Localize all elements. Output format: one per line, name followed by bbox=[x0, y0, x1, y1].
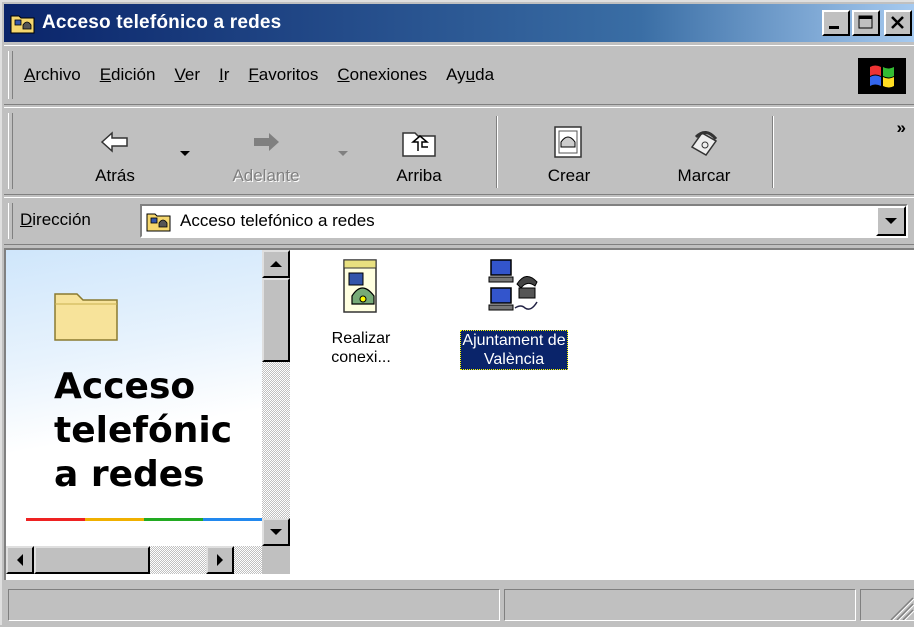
back-label: Atrás bbox=[95, 166, 135, 185]
menu-bar-grip[interactable] bbox=[8, 51, 13, 99]
close-icon bbox=[891, 16, 904, 29]
status-panel-main bbox=[8, 589, 500, 621]
dialup-folder-icon bbox=[10, 15, 35, 34]
new-connection-icon bbox=[554, 126, 582, 158]
title-bar[interactable]: Acceso telefónico a redes bbox=[4, 4, 914, 42]
toolbar-more-chevron[interactable]: » bbox=[897, 118, 906, 138]
forward-button[interactable]: Adelante bbox=[216, 108, 316, 194]
close-button[interactable] bbox=[884, 10, 912, 36]
address-bar: Dirección Acceso telefónico a redes bbox=[4, 197, 914, 245]
forward-arrow-icon bbox=[254, 133, 279, 151]
menu-item[interactable]: Edición bbox=[100, 65, 156, 85]
scroll-down-button[interactable] bbox=[262, 518, 290, 546]
status-panel-zone bbox=[504, 589, 856, 621]
dial-phone-icon bbox=[690, 131, 718, 156]
web-view-pane: Acceso telefónic a redes bbox=[6, 250, 292, 580]
maximize-icon bbox=[858, 15, 873, 29]
horizontal-scrollbar[interactable] bbox=[6, 546, 262, 574]
list-item[interactable]: Realizar conexi... bbox=[318, 256, 404, 368]
chevron-down-icon bbox=[885, 218, 897, 224]
maximize-button[interactable] bbox=[852, 10, 880, 36]
web-view-title: Acceso telefónic a redes bbox=[54, 366, 233, 495]
list-item[interactable]: Ajuntament de València bbox=[440, 256, 588, 370]
resize-grip-icon[interactable] bbox=[861, 590, 914, 620]
arrow-down-icon bbox=[270, 529, 282, 535]
dial-label: Marcar bbox=[677, 166, 731, 185]
scroll-up-button[interactable] bbox=[262, 250, 290, 278]
address-bar-grip[interactable] bbox=[8, 203, 13, 239]
horizontal-scroll-thumb[interactable] bbox=[34, 546, 150, 574]
item-label: Realizar conexi... bbox=[331, 330, 391, 366]
forward-label: Adelante bbox=[232, 166, 300, 185]
vertical-scroll-thumb[interactable] bbox=[262, 278, 290, 362]
menu-bar: Archivo Edición Ver Ir Favoritos Conexiones Ay… bbox=[4, 45, 914, 105]
address-dropdown-button[interactable] bbox=[876, 206, 906, 236]
menu-item[interactable]: Favoritos bbox=[248, 65, 318, 85]
dial-button[interactable]: Marcar bbox=[654, 108, 754, 194]
arrow-left-icon bbox=[17, 554, 23, 566]
address-label: Dirección bbox=[20, 210, 91, 229]
web-view-background: Acceso telefónic a redes bbox=[6, 250, 262, 546]
arrow-right-icon bbox=[217, 554, 223, 566]
menu-item[interactable]: Ir bbox=[219, 65, 229, 85]
forward-dropdown-icon[interactable] bbox=[338, 151, 348, 156]
dialup-folder-icon bbox=[146, 213, 171, 232]
menu-item[interactable]: Ayuda bbox=[446, 65, 494, 85]
arrow-up-icon bbox=[270, 261, 282, 267]
vertical-scrollbar[interactable] bbox=[262, 250, 290, 546]
make-connection-icon bbox=[343, 259, 377, 313]
folder-icon bbox=[54, 293, 118, 341]
dialup-connection-icon bbox=[488, 259, 538, 311]
item-label: Ajuntament de València bbox=[460, 330, 568, 370]
minimize-button[interactable] bbox=[822, 10, 850, 36]
create-label: Crear bbox=[547, 166, 591, 185]
windows-logo-icon bbox=[858, 58, 906, 94]
scroll-right-button[interactable] bbox=[206, 546, 234, 574]
address-input[interactable]: Acceso telefónico a redes bbox=[140, 204, 908, 238]
status-panel-grip bbox=[860, 589, 914, 621]
back-arrow-icon bbox=[100, 131, 128, 153]
colored-divider bbox=[26, 518, 262, 521]
explorer-window: Acceso telefónico a redes Archivo Edición… bbox=[0, 0, 914, 625]
toolbar-separator bbox=[496, 116, 498, 188]
back-button[interactable]: Atrás bbox=[70, 108, 160, 194]
address-value: Acceso telefónico a redes bbox=[180, 211, 375, 230]
scrollbar-corner bbox=[262, 546, 290, 574]
back-dropdown-icon[interactable] bbox=[180, 151, 190, 156]
scroll-left-button[interactable] bbox=[6, 546, 34, 574]
minimize-icon bbox=[829, 26, 839, 29]
menu-item[interactable]: Ver bbox=[174, 65, 200, 85]
menu-item[interactable]: Archivo bbox=[24, 65, 81, 85]
toolbar-separator bbox=[772, 116, 774, 188]
create-button[interactable]: Crear bbox=[524, 108, 614, 194]
up-button[interactable]: Arriba bbox=[374, 108, 464, 194]
up-label: Arriba bbox=[396, 166, 442, 185]
window-title: Acceso telefónico a redes bbox=[42, 12, 282, 33]
toolbar-grip[interactable] bbox=[8, 113, 13, 189]
status-bar bbox=[4, 583, 914, 627]
standard-toolbar: Atrás Adelante Arriba Crear Marcar » bbox=[4, 107, 914, 195]
menu-item[interactable]: Conexiones bbox=[337, 65, 427, 85]
up-folder-icon bbox=[402, 132, 436, 157]
content-area: Acceso telefónic a redes Realizar conexi… bbox=[4, 248, 914, 580]
